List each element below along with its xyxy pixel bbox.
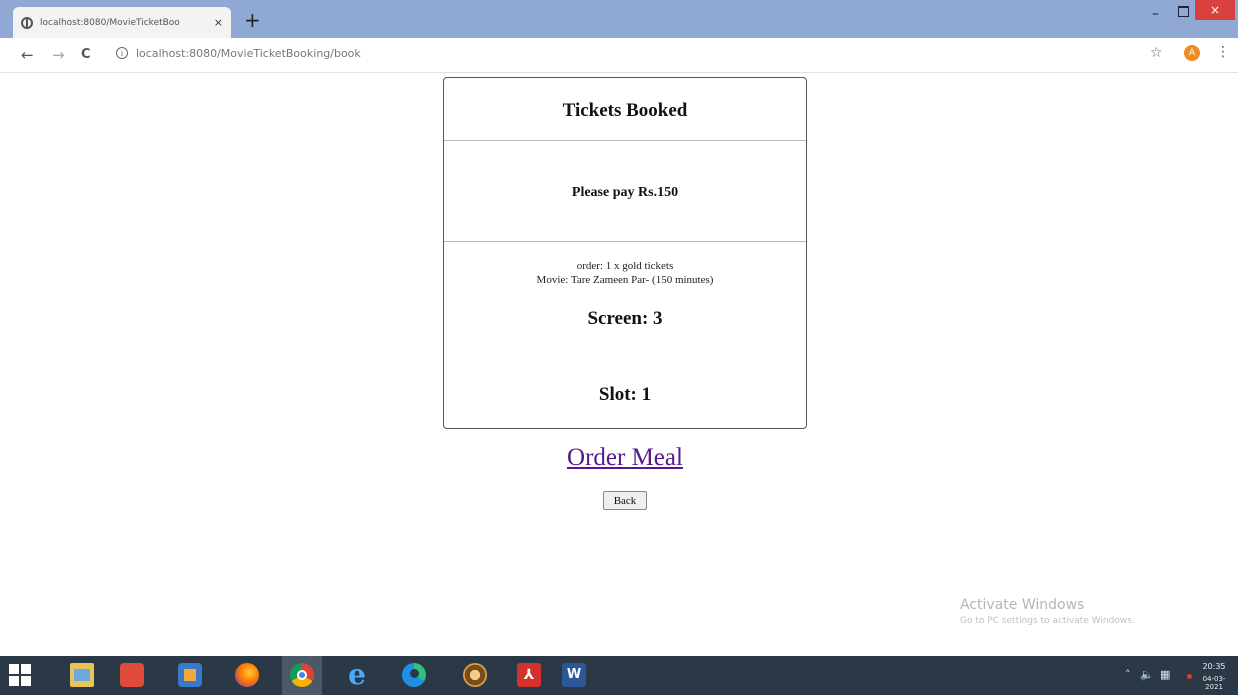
info-icon[interactable]: i (116, 47, 128, 59)
app-icon[interactable] (178, 663, 202, 687)
tray-chevron-icon[interactable]: ˄ (1125, 668, 1131, 681)
tab-title: localhost:8080/MovieTicketBoo (40, 17, 180, 28)
edge-icon[interactable] (402, 663, 426, 687)
app-icon[interactable] (120, 663, 144, 687)
close-window-button[interactable]: × (1195, 0, 1235, 20)
tab-close-icon[interactable]: × (214, 16, 223, 29)
globe-icon (21, 16, 33, 29)
booking-card: Tickets Booked Please pay Rs.150 order: … (443, 77, 807, 429)
word-icon[interactable]: W (562, 663, 586, 687)
file-explorer-icon[interactable] (70, 663, 94, 687)
reload-icon[interactable]: C (81, 47, 91, 63)
order-meal-link[interactable]: Order Meal (443, 444, 807, 472)
clock-time[interactable]: 20:35 (1198, 662, 1230, 671)
activate-windows-subtitle: Go to PC settings to activate Windows. (960, 616, 1135, 626)
screen-number: Screen: 3 (587, 308, 663, 329)
firefox-icon[interactable] (235, 663, 259, 687)
acrobat-icon[interactable]: ⅄ (517, 663, 541, 687)
internet-explorer-icon[interactable]: e (345, 661, 369, 689)
profile-avatar[interactable]: A (1184, 45, 1200, 61)
forward-arrow-icon[interactable]: → (52, 47, 65, 63)
browser-tab[interactable]: localhost:8080/MovieTicketBoo × (13, 7, 231, 38)
clock-date[interactable]: 04-03-2021 (1194, 675, 1234, 691)
divider (444, 241, 806, 242)
windows-start-icon[interactable] (8, 663, 32, 687)
activate-windows-title: Activate Windows (960, 597, 1085, 613)
menu-kebab-icon[interactable]: ⋮ (1216, 44, 1230, 60)
browser-title-bar: localhost:8080/MovieTicketBoo × + – × (0, 0, 1238, 38)
bookmark-star-icon[interactable]: ☆ (1150, 45, 1163, 61)
notification-dot-icon (1187, 674, 1192, 679)
back-button[interactable]: Back (603, 491, 647, 510)
address-bar[interactable]: localhost:8080/MovieTicketBooking/book (136, 47, 361, 60)
slot-number: Slot: 1 (598, 384, 652, 405)
chrome-icon[interactable] (290, 663, 314, 687)
minimize-button[interactable]: – (1152, 6, 1159, 22)
back-arrow-icon[interactable]: ← (21, 47, 34, 63)
divider (444, 140, 806, 141)
payment-amount: Please pay Rs.150 (571, 185, 679, 200)
order-details: order: 1 x gold tickets (576, 260, 674, 272)
new-tab-button[interactable]: + (244, 10, 261, 30)
movie-details: Movie: Tare Zameen Par- (150 minutes) (536, 274, 714, 286)
volume-icon[interactable]: 🔈 (1140, 668, 1154, 681)
maximize-button[interactable] (1178, 6, 1189, 17)
app-icon[interactable] (463, 663, 487, 687)
network-icon[interactable]: ▦ (1160, 668, 1170, 681)
booking-title: Tickets Booked (562, 100, 688, 121)
